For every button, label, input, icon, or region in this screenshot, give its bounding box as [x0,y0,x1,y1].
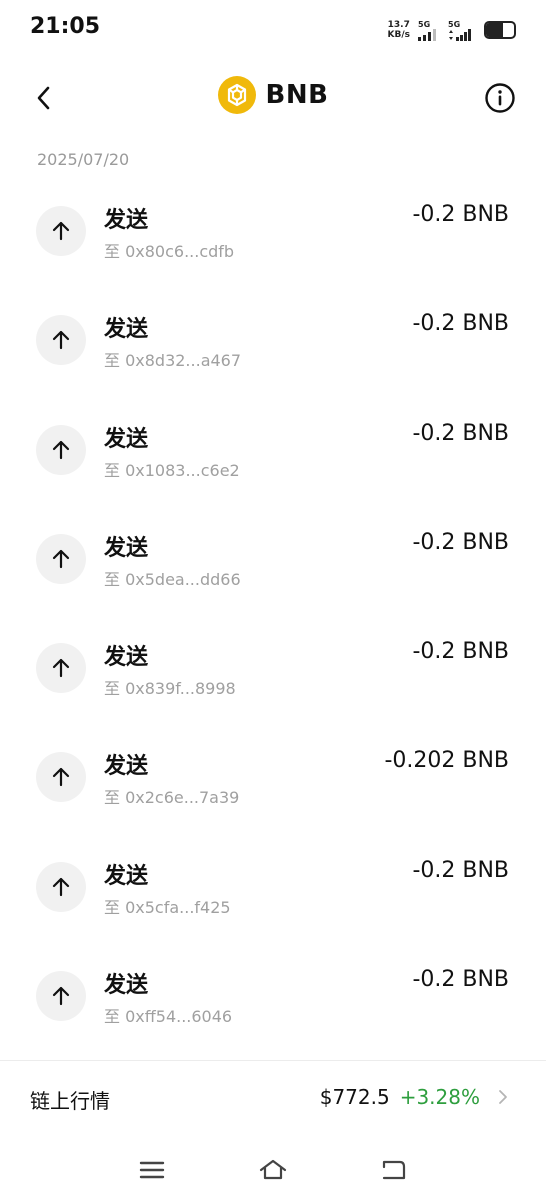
transaction-address: 至 0x1083...c6e2 [104,460,240,480]
transaction-amount: -0.2 BNB [412,967,509,993]
market-info-bar[interactable]: 链上行情 $772.5 +3.28% [0,1061,546,1135]
top-bar: BNB [0,70,546,126]
transaction-address: 至 0x8d32...a467 [104,351,242,371]
send-arrow-icon [36,206,86,256]
sim2-label: 5G [448,20,461,29]
battery-level [486,23,503,37]
chevron-right-icon [499,1090,507,1104]
menu-icon [139,1161,165,1179]
signal-bars-icon [418,29,436,41]
status-indicators: 13.7 KB/s 5G 5G [388,18,516,42]
title-group: BNB [0,76,546,114]
transaction-type: 发送 [104,317,149,343]
transaction-row[interactable]: 发送 至 0x5cfa...f425 -0.2 BNB [0,838,546,947]
send-arrow-icon [36,861,86,912]
send-arrow-icon [36,971,86,1022]
transaction-row[interactable]: 发送 至 0xff54...6046 -0.2 BNB [0,947,546,1056]
page-title: BNB [265,80,329,110]
send-arrow-icon [36,315,86,366]
transaction-amount: -0.2 BNB [412,420,509,446]
system-nav-bar [0,1140,546,1200]
transaction-row[interactable]: 发送 至 0x5dea...dd66 -0.2 BNB [0,510,546,619]
transaction-row[interactable]: 发送 至 0x8d32...a467 -0.2 BNB [0,291,546,400]
transaction-type: 发送 [104,426,149,452]
transaction-amount: -0.2 BNB [412,857,509,883]
transaction-address: 至 0xff54...6046 [104,1007,233,1027]
transaction-amount: -0.202 BNB [384,748,509,774]
bnb-logo-icon [217,76,256,114]
transaction-amount: -0.2 BNB [412,311,509,337]
send-arrow-icon [36,643,86,694]
transaction-type: 发送 [104,754,149,780]
return-icon [382,1160,406,1180]
market-change: +3.28% [399,1085,480,1109]
network-speed-unit: KB/s [387,30,410,40]
transaction-type: 发送 [104,973,149,999]
info-button[interactable] [481,79,519,117]
sim1-label: 5G [418,20,431,29]
battery-icon [484,21,516,39]
sim1-signal: 5G [418,19,440,41]
transaction-row[interactable]: 发送 至 0x839f...8998 -0.2 BNB [0,619,546,728]
transaction-address: 至 0x80c6...cdfb [104,242,235,261]
home-button[interactable] [253,1150,293,1190]
market-label: 链上行情 [30,1089,110,1113]
market-values: $772.5 +3.28% [320,1085,510,1109]
transaction-row[interactable]: 发送 至 0x2c6e...7a39 -0.202 BNB [0,728,546,837]
network-speed-value: 13.7 [387,20,410,30]
menu-button[interactable] [132,1150,172,1190]
transaction-amount: -0.2 BNB [412,529,509,555]
send-arrow-icon [36,752,86,803]
transaction-address: 至 0x5cfa...f425 [104,897,231,917]
transaction-type: 发送 [104,535,149,561]
transaction-type: 发送 [104,863,149,889]
network-speed: 13.7 KB/s [388,20,410,40]
back-nav-button[interactable] [374,1150,414,1190]
transaction-row[interactable]: 发送 至 0x80c6...cdfb -0.2 BNB [0,182,546,291]
transaction-address: 至 0x5dea...dd66 [104,569,241,589]
transaction-type: 发送 [104,645,149,671]
send-arrow-icon [36,533,86,584]
transaction-address: 至 0x2c6e...7a39 [104,788,240,808]
market-price: $772.5 [319,1085,390,1109]
transaction-amount: -0.2 BNB [412,202,509,227]
sim2-signal: 5G [448,19,476,41]
status-bar: 21:05 13.7 KB/s 5G 5G [0,0,546,60]
transaction-list: 发送 至 0x80c6...cdfb -0.2 BNB 发送 至 0x8d32.… [0,182,546,1056]
signal-bars-icon [449,29,471,41]
send-arrow-icon [36,424,86,475]
status-time: 21:05 [30,14,101,39]
home-icon [259,1159,287,1180]
transaction-type: 发送 [104,208,149,233]
date-group-header: 2025/07/20 [37,150,130,169]
transaction-address: 至 0x839f...8998 [104,679,236,699]
transaction-amount: -0.2 BNB [412,639,509,665]
info-circle-icon [485,83,515,113]
transaction-row[interactable]: 发送 至 0x1083...c6e2 -0.2 BNB [0,401,546,510]
